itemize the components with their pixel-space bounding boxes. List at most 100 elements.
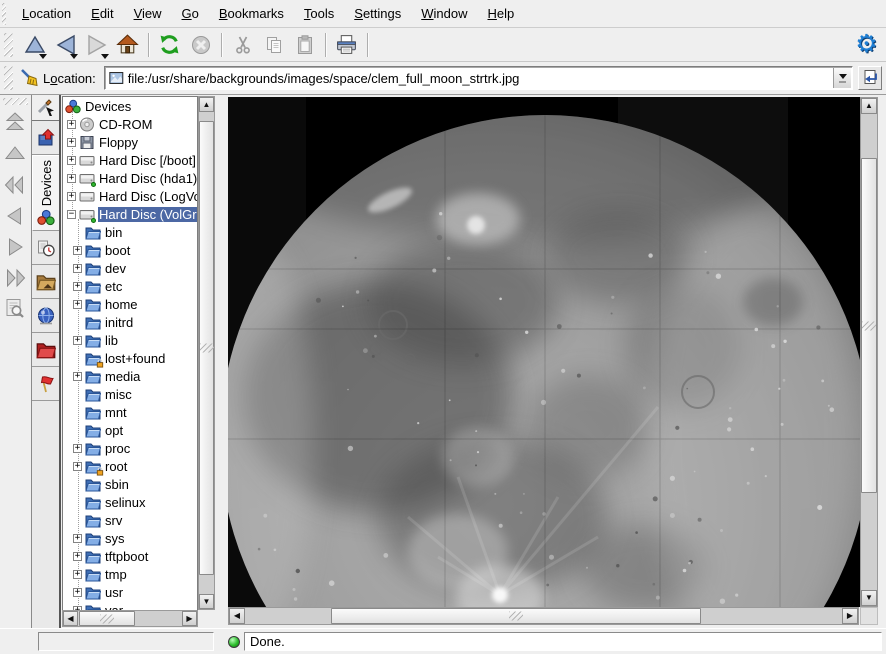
tree-hscrollbar-thumb[interactable] — [79, 611, 135, 626]
tree-item-tftpboot[interactable]: +tftpboot — [63, 547, 197, 565]
view-vertical-scrollbar[interactable]: ▲ ▼ — [860, 97, 878, 607]
print-button[interactable] — [331, 30, 362, 60]
tree-item-sys[interactable]: +sys — [63, 529, 197, 547]
tree-expander-icon[interactable]: + — [67, 174, 76, 183]
tab-services[interactable] — [32, 367, 59, 401]
back-dropdown-icon[interactable] — [70, 54, 78, 59]
tree-item-boot[interactable]: +boot — [63, 241, 197, 259]
tree-item-root[interactable]: +root — [63, 457, 197, 475]
location-combobox[interactable]: file:/usr/share/backgrounds/images/space… — [104, 66, 853, 90]
home-button[interactable] — [112, 30, 143, 60]
tree-item-mnt[interactable]: mnt — [63, 403, 197, 421]
up-nav-button[interactable] — [0, 138, 30, 169]
menu-location[interactable]: Location — [12, 1, 81, 26]
tree-item-hard-disc-boot[interactable]: +Hard Disc [/boot] — [63, 151, 197, 169]
double-up-button[interactable] — [0, 107, 30, 138]
tree-item-var[interactable]: +var — [63, 601, 197, 610]
tree-item-lost-found[interactable]: lost+found — [63, 349, 197, 367]
tree-item-etc[interactable]: +etc — [63, 277, 197, 295]
tree-item-usr[interactable]: +usr — [63, 583, 197, 601]
tree-expander-icon[interactable]: + — [73, 264, 82, 273]
tree-scroll-left-button[interactable]: ◀ — [63, 611, 78, 626]
menu-go[interactable]: Go — [172, 1, 209, 26]
location-input[interactable]: file:/usr/share/backgrounds/images/space… — [124, 71, 852, 86]
view-scroll-left-button[interactable]: ◀ — [229, 608, 245, 624]
tree-expander-icon[interactable]: + — [73, 300, 82, 309]
view-vscrollbar-thumb[interactable] — [861, 158, 877, 493]
tree-scroll-up-button[interactable]: ▲ — [199, 97, 214, 112]
stop-button[interactable] — [185, 30, 216, 60]
konqueror-logo-button[interactable]: ⚙ — [851, 30, 882, 60]
panel-splitter[interactable] — [216, 95, 228, 628]
tree-item-proc[interactable]: +proc — [63, 439, 197, 457]
tree-expander-icon[interactable]: + — [67, 138, 76, 147]
tree-expander-icon[interactable]: + — [73, 588, 82, 597]
tree-item-opt[interactable]: opt — [63, 421, 197, 439]
cut-button[interactable] — [227, 30, 258, 60]
tree-expander-icon[interactable]: + — [73, 552, 82, 561]
forward-nav-button[interactable] — [0, 231, 30, 262]
tree-item-home[interactable]: +home — [63, 295, 197, 313]
tree-expander-icon[interactable]: + — [73, 534, 82, 543]
view-scroll-up-button[interactable]: ▲ — [861, 98, 877, 114]
tree-item-hard-disc-volgrou[interactable]: −Hard Disc (VolGrou — [63, 205, 197, 223]
view-horizontal-scrollbar[interactable]: ◀ ▶ — [228, 607, 859, 625]
tree-item-srv[interactable]: srv — [63, 511, 197, 529]
tree-item-hard-disc-logvol0[interactable]: +Hard Disc (LogVol0 — [63, 187, 197, 205]
tree-item-bin[interactable]: bin — [63, 223, 197, 241]
tree-item-misc[interactable]: misc — [63, 385, 197, 403]
up-dropdown-icon[interactable] — [39, 54, 47, 59]
tree-item-cd-rom[interactable]: +CD-ROM — [63, 115, 197, 133]
tree-item-devices[interactable]: Devices — [63, 97, 197, 115]
tree-expander-icon[interactable]: + — [67, 192, 76, 201]
tree-item-dev[interactable]: +dev — [63, 259, 197, 277]
reload-button[interactable] — [154, 30, 185, 60]
view-hscrollbar-thumb[interactable] — [331, 608, 701, 624]
tree-expander-icon[interactable]: + — [73, 372, 82, 381]
tree-expander-icon[interactable]: − — [67, 210, 76, 219]
double-forward-button[interactable] — [0, 262, 30, 293]
tree-item-initrd[interactable]: initrd — [63, 313, 197, 331]
menu-help[interactable]: Help — [478, 1, 525, 26]
tree-scroll-down-button[interactable]: ▼ — [199, 594, 214, 609]
menu-tools[interactable]: Tools — [294, 1, 344, 26]
tree-expander-icon[interactable]: + — [73, 336, 82, 345]
clear-location-broom-icon[interactable] — [19, 68, 41, 88]
tree-item-hard-disc-hda1[interactable]: +Hard Disc (hda1) [/ — [63, 169, 197, 187]
tab-history[interactable] — [32, 231, 59, 265]
toolbar-handle[interactable] — [4, 33, 13, 57]
tab-bookmarks[interactable] — [32, 121, 59, 155]
tree-item-floppy[interactable]: +Floppy — [63, 133, 197, 151]
copy-button[interactable] — [258, 30, 289, 60]
tree-scrollbar-thumb[interactable] — [199, 121, 214, 575]
configure-sidebar-button[interactable] — [32, 95, 59, 121]
tree-item-media[interactable]: +media — [63, 367, 197, 385]
locationbar-handle[interactable] — [4, 66, 13, 90]
menu-settings[interactable]: Settings — [344, 1, 411, 26]
tree-horizontal-scrollbar[interactable]: ◀ ▶ — [62, 610, 198, 627]
forward-dropdown-icon[interactable] — [101, 54, 109, 59]
tree-expander-icon[interactable]: + — [67, 156, 76, 165]
tab-root-folder[interactable] — [32, 333, 59, 367]
tree-item-selinux[interactable]: selinux — [63, 493, 197, 511]
tree-expander-icon[interactable]: + — [67, 120, 76, 129]
paste-button[interactable] — [289, 30, 320, 60]
forward-button[interactable] — [81, 30, 112, 60]
tree-vertical-scrollbar[interactable]: ▲ ▼ — [198, 96, 215, 610]
location-dropdown-button[interactable] — [833, 68, 851, 88]
tree-expander-icon[interactable]: + — [73, 570, 82, 579]
tab-network[interactable] — [32, 299, 59, 333]
tree-expander-icon[interactable]: + — [73, 246, 82, 255]
menu-edit[interactable]: Edit — [81, 1, 123, 26]
tree-item-tmp[interactable]: +tmp — [63, 565, 197, 583]
back-nav-button[interactable] — [0, 200, 30, 231]
menubar-handle[interactable] — [2, 3, 6, 25]
tab-devices[interactable]: Devices — [32, 155, 59, 231]
view-scroll-down-button[interactable]: ▼ — [861, 590, 877, 606]
back-button[interactable] — [50, 30, 81, 60]
preview-button[interactable] — [0, 293, 30, 324]
tree-item-sbin[interactable]: sbin — [63, 475, 197, 493]
menu-window[interactable]: Window — [411, 1, 477, 26]
go-button[interactable] — [858, 66, 882, 90]
tab-home-folder[interactable] — [32, 265, 59, 299]
